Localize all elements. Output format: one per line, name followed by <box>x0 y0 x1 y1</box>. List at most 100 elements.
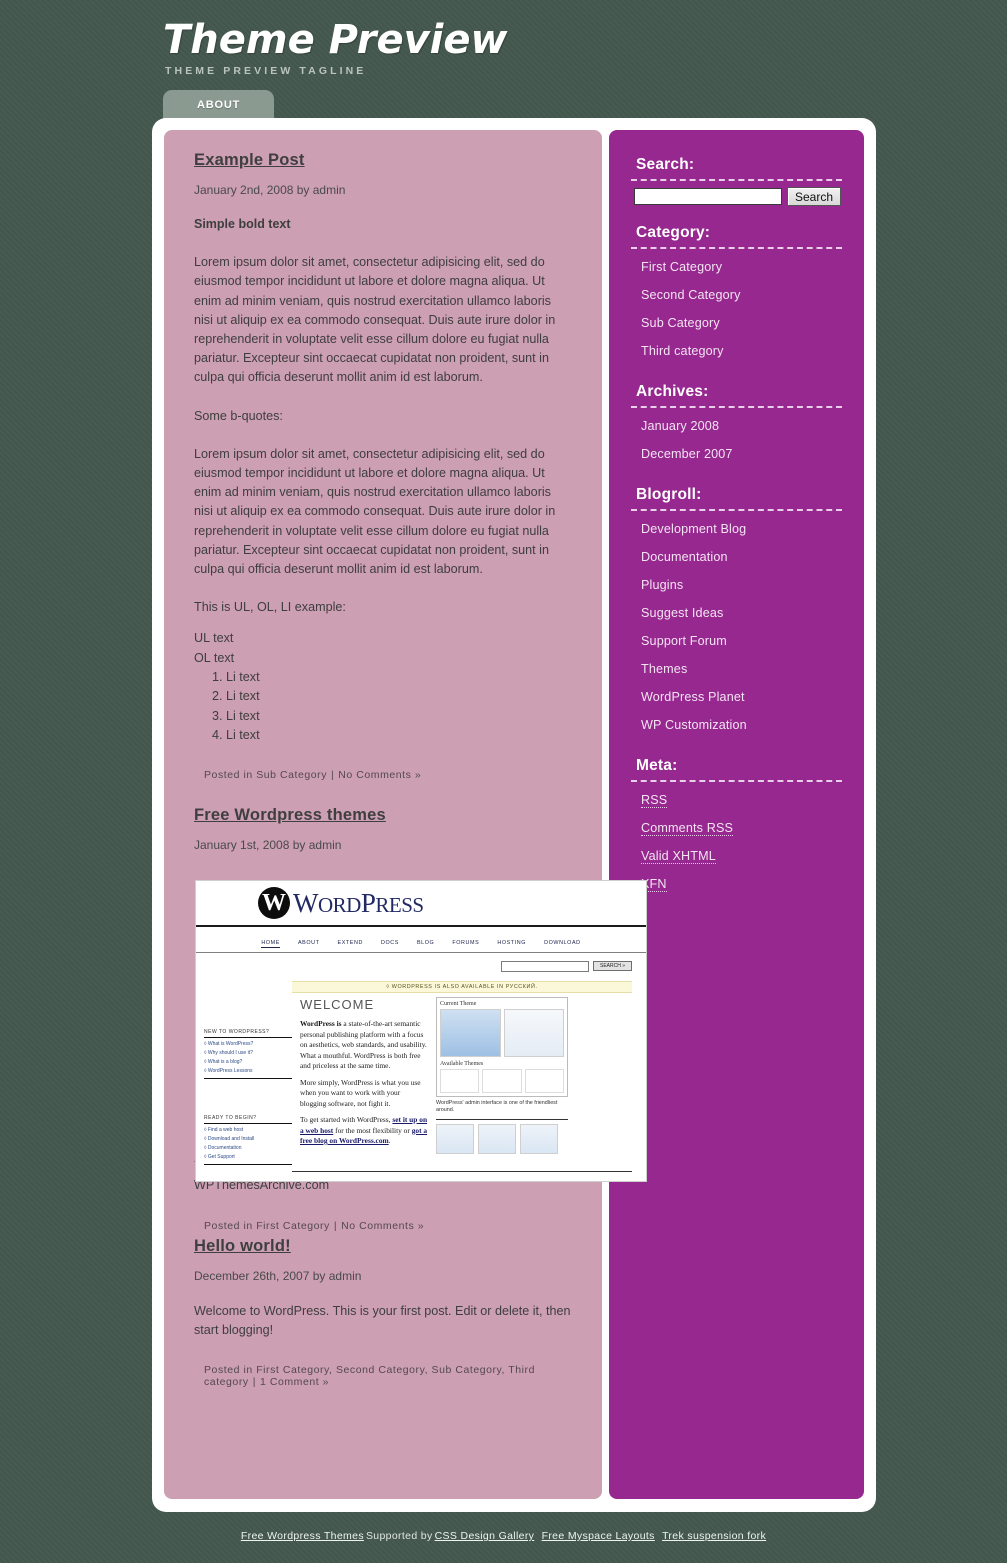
post-paragraph-1: Lorem ipsum dolor sit amet, consectetur … <box>194 255 556 385</box>
sidebar-item-comments-rss[interactable]: Comments RSS <box>631 814 842 842</box>
site-footer: Free Wordpress Themes Supported by CSS Des… <box>0 1530 1007 1542</box>
footer-space <box>534 1530 541 1542</box>
wp-mini-thumbs <box>436 1124 568 1154</box>
wp-nav-docs: DOCS <box>380 940 399 946</box>
sidebar-item-january-2008[interactable]: January 2008 <box>631 412 842 440</box>
wp-mini-thumb <box>478 1124 516 1154</box>
site-tagline: THEME PREVIEW TAGLINE <box>165 65 367 77</box>
footer-link-css-design-gallery[interactable]: CSS Design Gallery <box>435 1530 535 1542</box>
post-title-heading: Hello world! <box>194 1236 291 1255</box>
sidebar-item-themes[interactable]: Themes <box>631 655 842 683</box>
wp-brand-p: P <box>360 887 376 918</box>
wp-link: ◊ Documentation <box>204 1145 242 1151</box>
wp-brand-w: W <box>293 887 318 918</box>
sidebar-item-valid-xhtml[interactable]: Valid XHTML <box>631 842 842 870</box>
sidebar-item-documentation[interactable]: Documentation <box>631 543 842 571</box>
list-item: Documentation <box>631 543 842 571</box>
sidebar-item-december-2007[interactable]: December 2007 <box>631 440 842 468</box>
sidebar-heading-category: Category: <box>636 224 711 241</box>
sidebar-item-first-category[interactable]: First Category <box>631 253 842 281</box>
list-item: Li text <box>226 726 572 745</box>
wp-search-row: SEARCH » <box>196 953 646 975</box>
post-meta-separator: | <box>252 1376 256 1389</box>
list-item: Li text <box>226 668 572 687</box>
wp-avail-thumb <box>440 1069 480 1093</box>
list-item: Development Blog <box>631 515 842 543</box>
wp-search-button: SEARCH » <box>592 961 632 972</box>
wp-logo-bar: W WORDPRESS <box>196 881 646 927</box>
post-meta-prefix: Posted in <box>204 1219 257 1232</box>
sidebar-item-second-category[interactable]: Second Category <box>631 281 842 309</box>
list-item: January 2008 <box>631 412 842 440</box>
sidebar-item-development-blog[interactable]: Development Blog <box>631 515 842 543</box>
nav-tab-about[interactable]: ABOUT <box>163 90 275 119</box>
sidebar-item-wordpress-planet[interactable]: WordPress Planet <box>631 683 842 711</box>
post-date: December 26th, 2007 by admin <box>194 1268 362 1283</box>
post-unordered-list: UL text OL text <box>194 629 572 668</box>
search-button[interactable]: Search <box>787 187 842 206</box>
post-meta-comments-link[interactable]: No Comments » <box>338 769 421 781</box>
list-item: OL text <box>194 650 235 665</box>
post-meta-category-link[interactable]: Sub Category <box>256 769 327 781</box>
sidebar-item-xfn[interactable]: XFN <box>631 870 842 898</box>
list-item: Themes <box>631 655 842 683</box>
wp-link: ◊ What is a blog? <box>204 1059 243 1065</box>
wp-sidebar-column: NEW TO WORDPRESS? ◊ What is WordPress? ◊… <box>204 997 292 1165</box>
comments-rss-abbr: Comments RSS <box>641 821 734 836</box>
list-item: Plugins <box>631 571 842 599</box>
wp-theme-preview-row <box>440 1009 564 1057</box>
post-meta-comments-link[interactable]: No Comments » <box>341 1220 424 1232</box>
wp-theme-thumb <box>440 1009 501 1057</box>
search-input[interactable] <box>634 188 782 205</box>
wp-nav-download: DOWNLOAD <box>544 940 581 946</box>
wp-link: ◊ WordPress Lessons <box>204 1068 253 1074</box>
post-list-label: This is UL, OL, LI example: <box>194 600 346 615</box>
post-bquote-label: Some b-quotes: <box>194 408 283 423</box>
wp-nav-extend: EXTEND <box>337 940 363 946</box>
post-date: January 1st, 2008 by admin <box>194 838 342 853</box>
wp-brand-ord: ORD <box>317 892 361 917</box>
list-item: Second Category <box>631 281 842 309</box>
sidebar-heading-rule <box>631 780 842 782</box>
post-meta: Posted in First Category, Second Categor… <box>204 1364 572 1388</box>
post-date: January 2nd, 2008 by admin <box>194 183 346 197</box>
sidebar-item-rss[interactable]: RSS <box>631 786 842 814</box>
meta-list: RSS Comments RSS Valid XHTML XFN <box>631 786 842 898</box>
list-item: Valid XHTML <box>631 842 842 870</box>
wp-caption: WordPress' admin interface is one of the… <box>436 1100 558 1113</box>
site-header: Theme Preview THEME PREVIEW TAGLINE <box>0 0 1007 77</box>
footer-link-free-myspace-layouts[interactable]: Free Myspace Layouts <box>542 1530 655 1542</box>
footer-link-trek-suspension-fork[interactable]: Trek suspension fork <box>662 1530 766 1542</box>
sidebar-item-third-category[interactable]: Third category <box>631 337 842 365</box>
sidebar-item-plugins[interactable]: Plugins <box>631 571 842 599</box>
sidebar-item-suggest-ideas[interactable]: Suggest Ideas <box>631 599 842 627</box>
wp-theme-desc <box>503 1009 564 1057</box>
wp-logo: W WORDPRESS <box>258 887 424 919</box>
sidebar-section-category: Category: First Category Second Category… <box>631 224 842 365</box>
list-item: Comments RSS <box>631 814 842 842</box>
sidebar-item-support-forum[interactable]: Support Forum <box>631 627 842 655</box>
site-title: Theme Preview <box>163 17 508 63</box>
post-meta-category-link[interactable]: First Category <box>256 1220 330 1232</box>
sidebar-item-wp-customization[interactable]: WP Customization <box>631 711 842 739</box>
wp-nav-home: HOME <box>261 940 280 948</box>
wp-ready-heading: READY TO BEGIN? <box>204 1115 292 1124</box>
sidebar-heading-rule <box>631 509 842 511</box>
post-meta-prefix: Posted in <box>204 769 257 782</box>
sidebar-heading-blogroll: Blogroll: <box>636 486 702 503</box>
wp-theme-column: Current Theme Available Themes WordPress <box>436 997 568 1165</box>
wp-wordmark: WORDPRESS <box>293 888 424 919</box>
sidebar-heading-rule <box>631 179 842 181</box>
footer-link-free-wordpress-themes[interactable]: Free Wordpress Themes <box>241 1530 364 1542</box>
list-item: WordPress Planet <box>631 683 842 711</box>
post-body: Welcome to WordPress. This is your first… <box>194 1302 572 1340</box>
wp-p3-end: . <box>388 1136 391 1145</box>
valid-xhtml-abbr: Valid XHTML <box>641 849 716 864</box>
sidebar-item-sub-category[interactable]: Sub Category <box>631 309 842 337</box>
post-meta: Posted in Sub Category | No Comments » <box>204 769 572 781</box>
wp-link: ◊ What is WordPress? <box>204 1041 254 1047</box>
post-meta-comments-link[interactable]: 1 Comment » <box>260 1376 329 1388</box>
wp-link: ◊ Find a web host <box>204 1127 244 1133</box>
sidebar-section-search: Search: Search <box>631 156 842 206</box>
